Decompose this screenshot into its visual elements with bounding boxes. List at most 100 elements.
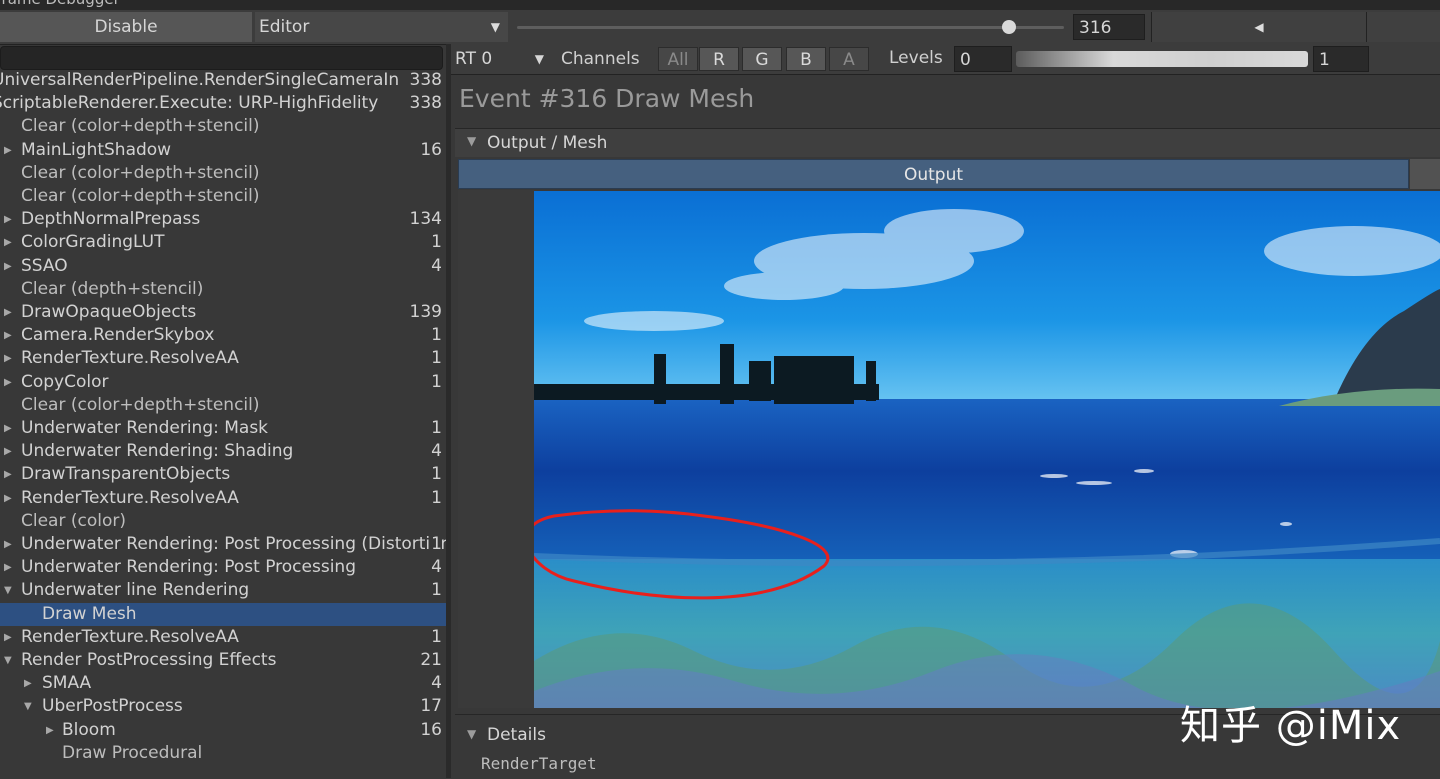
- hierarchy-row[interactable]: Clear (depth+stencil): [0, 278, 446, 301]
- channel-a-button[interactable]: A: [829, 47, 869, 71]
- collapsed-triangle-icon[interactable]: ▶: [4, 347, 12, 370]
- hierarchy-row[interactable]: ▶ CopyColor 1: [0, 370, 446, 394]
- hierarchy-row[interactable]: ▼ Render PostProcessing Effects 21: [0, 649, 446, 672]
- hierarchy-row[interactable]: ▶ DepthNormalPrepass 134: [0, 208, 446, 232]
- hierarchy-row[interactable]: ▶ Underwater Rendering: Shading 4: [0, 440, 446, 464]
- hierarchy-row-label: Underwater line Rendering: [21, 580, 250, 601]
- hierarchy-row[interactable]: ▶ Underwater Rendering: Post Processing 4: [0, 556, 446, 580]
- collapsed-triangle-icon[interactable]: ▶: [24, 672, 32, 695]
- hierarchy-row-count: 1: [429, 370, 442, 394]
- hierarchy-row[interactable]: Clear (color+depth+stencil): [0, 185, 446, 208]
- hierarchy-row-label: ScriptableRenderer.Execute: URP-HighFide…: [0, 93, 379, 114]
- hierarchy-row[interactable]: Draw Procedural: [0, 742, 446, 765]
- hierarchy-row-count: 1: [429, 533, 442, 556]
- expanded-triangle-icon[interactable]: ▼: [24, 695, 32, 718]
- levels-min-field[interactable]: 0: [954, 46, 1012, 72]
- channel-all-button[interactable]: All: [658, 47, 698, 71]
- viewport-gutter: [458, 190, 534, 708]
- channel-r-button[interactable]: R: [699, 47, 739, 71]
- channel-g-button[interactable]: G: [742, 47, 782, 71]
- collapsed-triangle-icon[interactable]: ▶: [4, 417, 12, 440]
- expanded-triangle-icon[interactable]: ▼: [4, 649, 12, 672]
- hierarchy-row[interactable]: ▶ Bloom 16: [0, 718, 446, 742]
- collapsed-triangle-icon[interactable]: ▶: [4, 487, 12, 510]
- hierarchy-row-count: 16: [418, 138, 442, 162]
- target-dropdown-value: Editor: [259, 17, 310, 37]
- collapsed-triangle-icon[interactable]: ▶: [4, 626, 12, 649]
- hierarchy-row-label: RenderTexture.ResolveAA: [21, 348, 239, 369]
- panel-splitter[interactable]: [446, 44, 451, 778]
- hierarchy-row[interactable]: UniversalRenderPipeline.RenderSingleCame…: [0, 70, 446, 92]
- hierarchy-search-field[interactable]: [0, 46, 443, 70]
- output-section-header[interactable]: ▼ Output / Mesh: [455, 128, 1440, 157]
- target-dropdown[interactable]: Editor ▼: [255, 12, 508, 42]
- dropdown-caret-icon: ▼: [534, 52, 544, 66]
- collapsed-triangle-icon[interactable]: ▶: [4, 139, 12, 162]
- hierarchy-row[interactable]: ▶ Underwater Rendering: Mask 1: [0, 417, 446, 440]
- collapsed-triangle-icon[interactable]: ▶: [4, 533, 12, 556]
- event-slider-track[interactable]: [517, 26, 1064, 29]
- hierarchy-row[interactable]: Draw Mesh: [0, 602, 446, 626]
- details-row-rendertarget: RenderTarget: [481, 754, 597, 773]
- collapsed-triangle-icon[interactable]: ▶: [4, 301, 12, 324]
- output-tab[interactable]: Output: [458, 159, 1409, 189]
- triangle-left-icon: ◀: [1254, 20, 1264, 34]
- hierarchy-row[interactable]: Clear (color+depth+stencil): [0, 115, 446, 138]
- next-event-button[interactable]: [1366, 12, 1440, 42]
- hierarchy-row-label: Clear (color+depth+stencil): [21, 394, 260, 415]
- levels-range-slider[interactable]: [1016, 51, 1308, 67]
- hierarchy-row[interactable]: ▶ DrawOpaqueObjects 139: [0, 301, 446, 324]
- hierarchy-row-label: Render PostProcessing Effects: [21, 650, 277, 670]
- hierarchy-row-label: UniversalRenderPipeline.RenderSingleCame…: [0, 70, 400, 90]
- hierarchy-row-label: DepthNormalPrepass: [21, 209, 201, 230]
- hierarchy-row-label: Clear (color+depth+stencil): [21, 162, 260, 183]
- collapsed-triangle-icon[interactable]: ▶: [4, 255, 12, 278]
- previous-event-button[interactable]: ◀: [1151, 12, 1366, 42]
- hierarchy-row[interactable]: ▶ SSAO 4: [0, 254, 446, 278]
- hierarchy-row[interactable]: Clear (color+depth+stencil): [0, 162, 446, 185]
- hierarchy-row[interactable]: ▶ DrawTransparentObjects 1: [0, 463, 446, 487]
- hierarchy-row[interactable]: Clear (color): [0, 510, 446, 533]
- collapsed-triangle-icon[interactable]: ▶: [4, 208, 12, 231]
- hierarchy-row-count: 1: [429, 579, 442, 603]
- hierarchy-row-count: 1: [429, 486, 442, 510]
- hierarchy-row[interactable]: ▶ Underwater Rendering: Post Processing (…: [0, 533, 446, 556]
- hierarchy-row[interactable]: ▶ RenderTexture.ResolveAA 1: [0, 347, 446, 371]
- hierarchy-row-count: 134: [407, 208, 442, 232]
- disable-button[interactable]: Disable: [0, 12, 252, 42]
- hierarchy-row[interactable]: ▶ RenderTexture.ResolveAA 1: [0, 486, 446, 510]
- collapsed-triangle-icon[interactable]: ▶: [4, 556, 12, 579]
- hierarchy-row-count: 4: [429, 440, 442, 464]
- hierarchy-row-label: Underwater Rendering: Post Processing: [21, 557, 356, 578]
- hierarchy-row[interactable]: ▶ SMAA 4: [0, 672, 446, 696]
- channel-b-button[interactable]: B: [786, 47, 826, 71]
- collapsed-triangle-icon[interactable]: ▶: [4, 440, 12, 463]
- hierarchy-row[interactable]: Clear (color+depth+stencil): [0, 394, 446, 417]
- collapsed-triangle-icon[interactable]: ▶: [4, 463, 12, 486]
- hierarchy-row-count: 338: [407, 92, 442, 116]
- window-title: Frame Debugger: [0, 0, 120, 8]
- hierarchy-row-label: Draw Procedural: [62, 742, 203, 763]
- hierarchy-row[interactable]: ▶ Camera.RenderSkybox 1: [0, 324, 446, 348]
- hierarchy-row[interactable]: ▶ MainLightShadow 16: [0, 138, 446, 162]
- levels-max-field[interactable]: 1: [1313, 46, 1369, 72]
- hierarchy-row[interactable]: ▼ UberPostProcess 17: [0, 695, 446, 719]
- collapsed-triangle-icon[interactable]: ▶: [4, 231, 12, 254]
- collapsed-triangle-icon[interactable]: ▶: [46, 719, 54, 742]
- mesh-tab[interactable]: [1410, 159, 1440, 189]
- collapsed-triangle-icon[interactable]: ▶: [4, 371, 12, 394]
- render-target-dropdown[interactable]: RT 0 ▼: [452, 45, 548, 73]
- hierarchy-row[interactable]: ▼ Underwater line Rendering 1: [0, 579, 446, 603]
- collapsed-triangle-icon[interactable]: ▶: [4, 324, 12, 347]
- hierarchy-row-label: Bloom: [62, 719, 116, 740]
- event-index-field[interactable]: 316: [1073, 14, 1145, 40]
- hierarchy-row-label: SSAO: [21, 255, 68, 276]
- hierarchy-row[interactable]: ▶ ColorGradingLUT 1: [0, 231, 446, 255]
- hierarchy-row-count: 4: [429, 254, 442, 278]
- hierarchy-row-label: CopyColor: [21, 371, 109, 392]
- hierarchy-row-count: 17: [418, 695, 442, 719]
- hierarchy-row[interactable]: ScriptableRenderer.Execute: URP-HighFide…: [0, 92, 446, 116]
- expanded-triangle-icon[interactable]: ▼: [4, 579, 12, 602]
- hierarchy-row[interactable]: ▶ RenderTexture.ResolveAA 1: [0, 625, 446, 649]
- hierarchy-row-label: RenderTexture.ResolveAA: [21, 626, 239, 647]
